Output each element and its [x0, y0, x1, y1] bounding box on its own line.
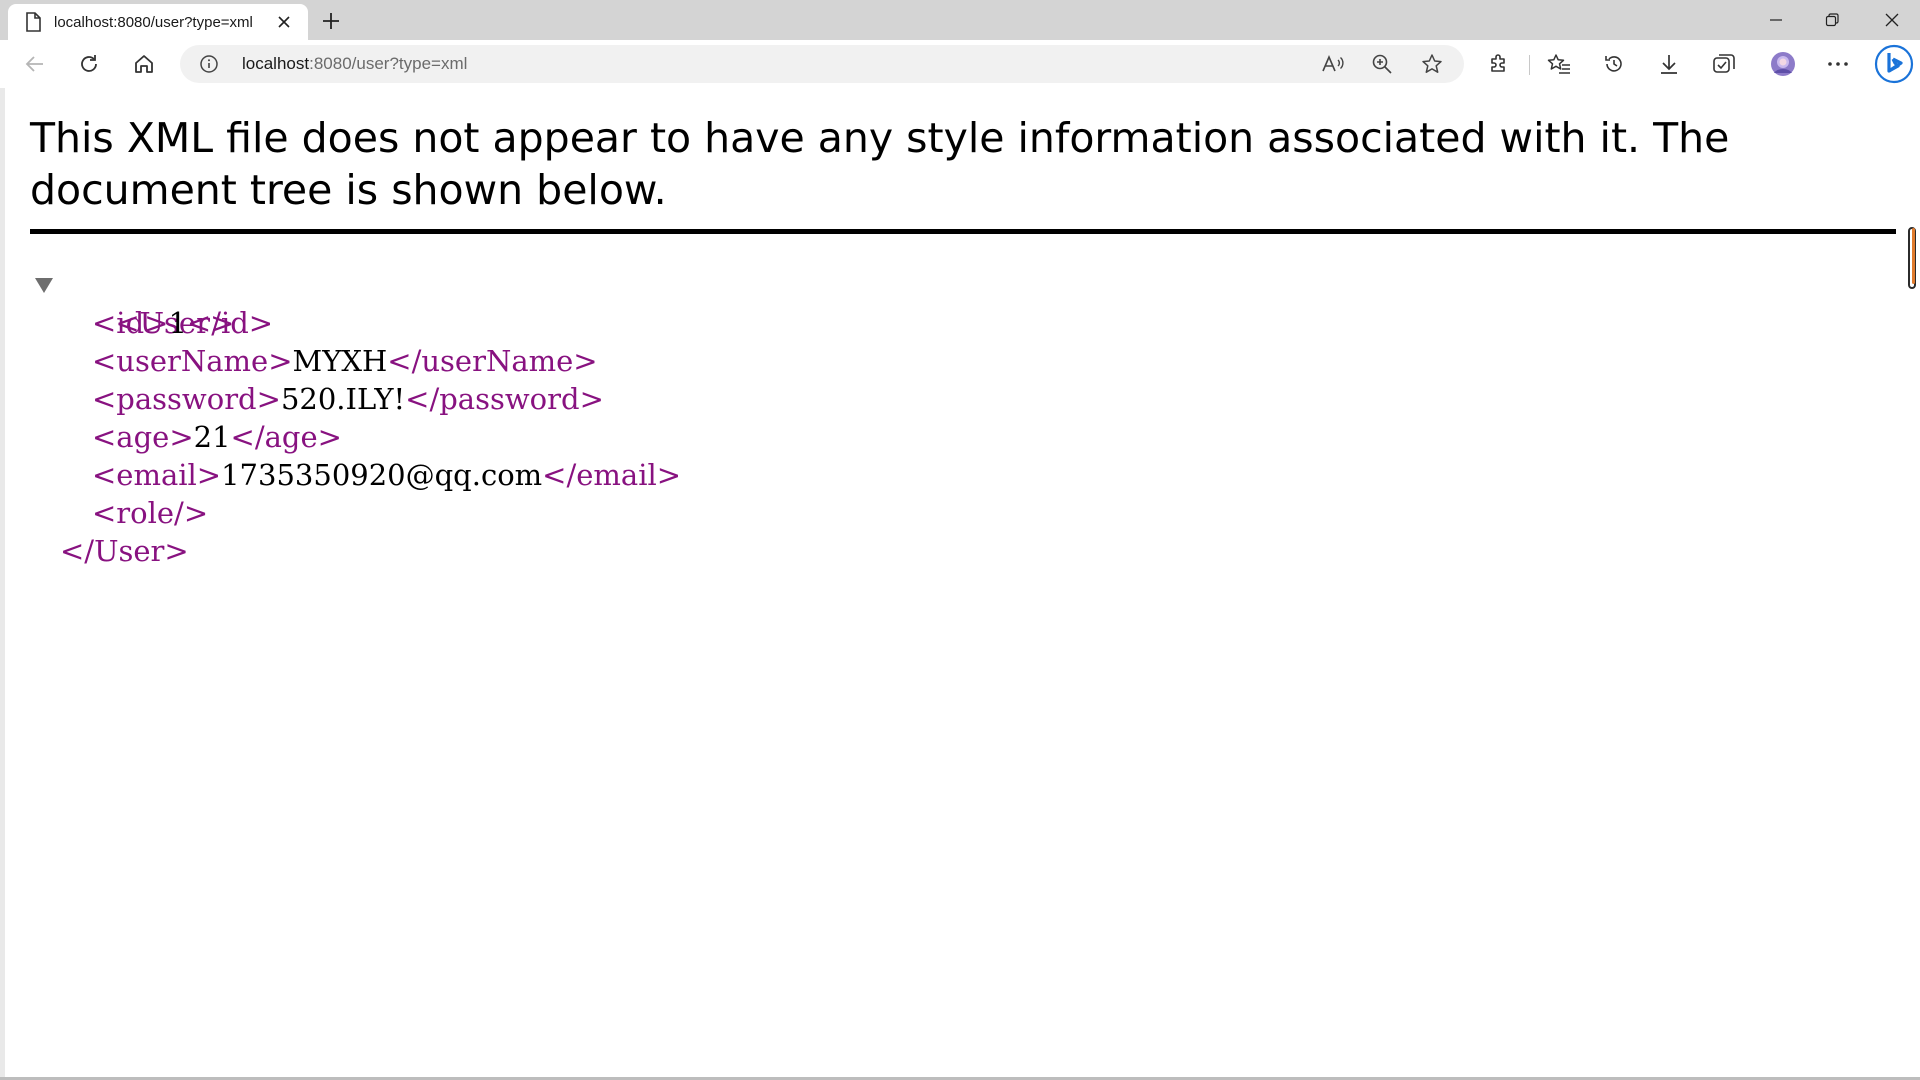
- close-tab-icon[interactable]: [272, 10, 296, 34]
- more-icon[interactable]: [1820, 47, 1856, 81]
- xml-tag: </email>: [542, 458, 682, 492]
- close-icon[interactable]: [1864, 0, 1920, 40]
- refresh-icon[interactable]: [71, 47, 107, 81]
- xml-tag: </age>: [230, 420, 342, 454]
- xml-tag: <id>: [92, 306, 169, 340]
- xml-element-role: <role/>: [30, 494, 681, 532]
- xml-value: MYXH: [292, 344, 388, 378]
- url-host: localhost: [242, 54, 310, 73]
- collections-icon[interactable]: [1706, 47, 1742, 81]
- toolbar-separator: [1529, 55, 1530, 75]
- profile-avatar[interactable]: [1765, 47, 1801, 81]
- page-icon: [22, 11, 44, 33]
- browser-toolbar: localhost:8080/user?type=xml: [0, 40, 1920, 88]
- xml-style-notice: This XML file does not appear to have an…: [30, 114, 1730, 214]
- xml-element-age: <age>21</age>: [30, 418, 681, 456]
- xml-tag: </id>: [186, 306, 274, 340]
- new-tab-button[interactable]: [316, 6, 346, 36]
- xml-value: 1735350920@qq.com: [221, 458, 543, 492]
- xml-tag: </password>: [405, 382, 604, 416]
- downloads-icon[interactable]: [1651, 47, 1687, 81]
- history-icon[interactable]: [1596, 47, 1632, 81]
- xml-value: 1: [168, 306, 187, 340]
- xml-document-tree: <User> <id>1</id> <userName>MYXH</userNa…: [30, 266, 681, 570]
- url-text: localhost:8080/user?type=xml: [242, 54, 467, 74]
- xml-root-open-line: <User>: [30, 266, 681, 340]
- vertical-scrollbar[interactable]: [1905, 88, 1920, 1080]
- xml-element-password: <password>520.ILY!</password>: [30, 380, 681, 418]
- xml-tag: <age>: [92, 420, 194, 454]
- xml-root-close-line: </User>: [30, 532, 681, 570]
- favorites-icon[interactable]: [1541, 47, 1577, 81]
- xml-viewer: This XML file does not appear to have an…: [5, 88, 1905, 1080]
- xml-element-email: <email>1735350920@qq.com</email>: [30, 456, 681, 494]
- tab-strip: localhost:8080/user?type=xml: [0, 0, 1920, 40]
- xml-tag: </User>: [60, 534, 189, 568]
- xml-tag: <password>: [92, 382, 281, 416]
- address-bar[interactable]: localhost:8080/user?type=xml: [180, 45, 1464, 83]
- collapse-triangle-icon[interactable]: [35, 278, 53, 293]
- scrollbar-accent: [1912, 228, 1915, 284]
- read-aloud-icon[interactable]: [1316, 47, 1350, 81]
- minimize-icon[interactable]: [1748, 0, 1804, 40]
- url-path: :8080/user?type=xml: [309, 54, 468, 73]
- xml-tag: <userName>: [92, 344, 293, 378]
- xml-element-username: <userName>MYXH</userName>: [30, 342, 681, 380]
- xml-value: 21: [193, 420, 231, 454]
- restore-icon[interactable]: [1804, 0, 1860, 40]
- back-icon[interactable]: [17, 47, 53, 81]
- extensions-icon[interactable]: [1481, 47, 1517, 81]
- browser-tab[interactable]: localhost:8080/user?type=xml: [8, 4, 308, 40]
- xml-tag: <email>: [92, 458, 222, 492]
- xml-tag: <role/>: [92, 496, 209, 530]
- favorite-star-icon[interactable]: [1415, 47, 1449, 81]
- home-icon[interactable]: [126, 47, 162, 81]
- info-icon[interactable]: [198, 53, 220, 75]
- divider: [30, 229, 1896, 234]
- xml-value: 520.ILY!: [280, 382, 406, 416]
- zoom-icon[interactable]: [1365, 47, 1399, 81]
- copilot-icon[interactable]: [1873, 43, 1915, 85]
- xml-element-id: <id>1</id>: [30, 304, 681, 342]
- xml-tag: </userName>: [387, 344, 598, 378]
- tab-title: localhost:8080/user?type=xml: [54, 13, 253, 31]
